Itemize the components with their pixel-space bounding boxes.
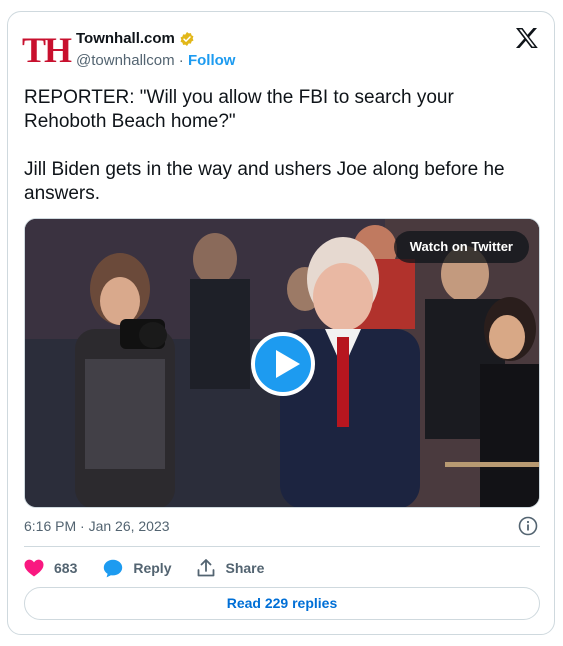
- author-handle[interactable]: @townhallcom: [76, 52, 175, 69]
- tweet-timestamp[interactable]: 6:16 PM · Jan 26, 2023: [24, 518, 170, 534]
- watch-on-twitter-button[interactable]: Watch on Twitter: [393, 231, 529, 263]
- tweet-text: REPORTER: "Will you allow the FBI to sea…: [24, 87, 505, 204]
- share-label: Share: [225, 560, 265, 576]
- like-button[interactable]: 683: [24, 559, 77, 577]
- reply-label: Reply: [133, 560, 172, 576]
- video-player[interactable]: Watch on Twitter: [24, 218, 540, 508]
- author-name-row: Townhall.com: [76, 30, 195, 47]
- author-name[interactable]: Townhall.com: [76, 30, 175, 47]
- divider: [24, 546, 540, 547]
- play-icon: [276, 350, 300, 378]
- follow-button[interactable]: Follow: [188, 52, 236, 69]
- avatar[interactable]: TH: [22, 32, 72, 68]
- read-replies-button[interactable]: Read 229 replies: [24, 587, 540, 620]
- action-bar: 683 Reply Share: [24, 558, 290, 578]
- reply-bubble-icon: [104, 559, 123, 577]
- verified-badge-icon: [180, 31, 194, 46]
- share-button[interactable]: Share: [197, 559, 264, 577]
- reply-button[interactable]: Reply: [103, 559, 171, 578]
- share-icon: [198, 559, 215, 577]
- x-logo-icon[interactable]: [515, 27, 539, 49]
- like-count: 683: [54, 560, 78, 576]
- author-handle-row: @townhallcom · Follow: [76, 52, 235, 69]
- separator: ·: [178, 52, 184, 69]
- info-icon[interactable]: [518, 516, 538, 536]
- heart-icon: [24, 559, 44, 577]
- play-button[interactable]: [251, 332, 315, 396]
